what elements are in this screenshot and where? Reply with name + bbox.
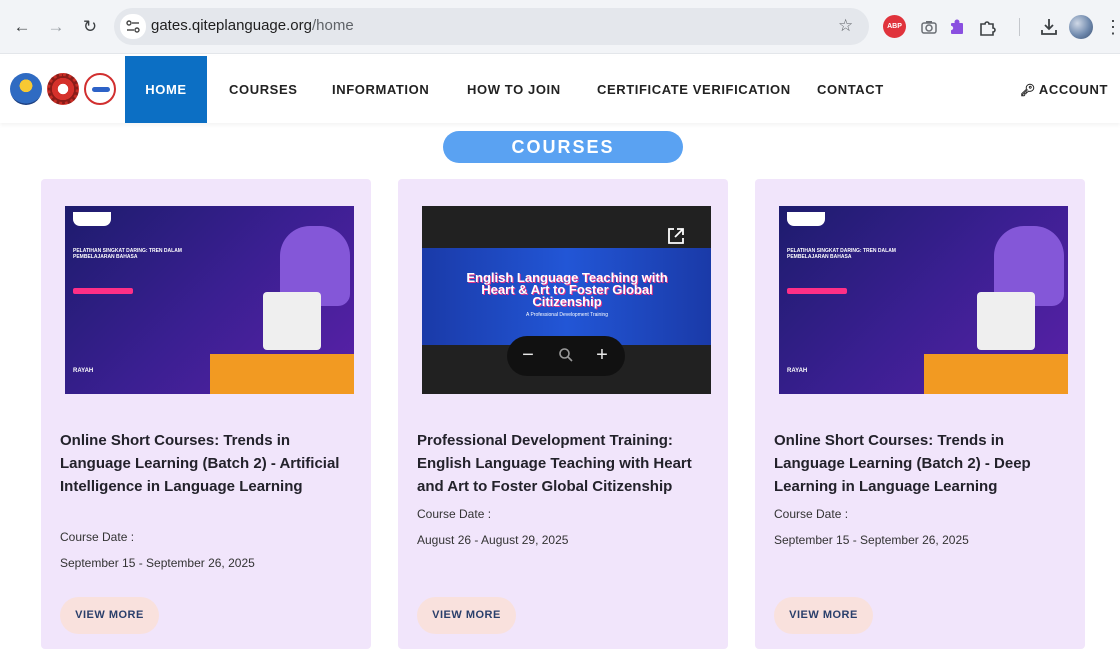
course-thumbnail[interactable]: PELATIHAN SINGKAT DARING: TREN DALAM PEM… bbox=[65, 206, 354, 394]
course-thumbnail[interactable]: English Language Teaching with Heart & A… bbox=[422, 206, 711, 394]
url-host: gates.qiteplanguage.org bbox=[151, 17, 312, 34]
course-date-label: Course Date : bbox=[60, 530, 135, 544]
url-text[interactable]: gates.qiteplanguage.org/home bbox=[151, 17, 354, 34]
reload-icon[interactable]: ↻ bbox=[80, 17, 100, 37]
course-date-label: Course Date : bbox=[417, 507, 492, 521]
thumbnail-headline: PELATIHAN SINGKAT DARING: TREN DALAM PEM… bbox=[787, 248, 896, 260]
profile-avatar[interactable] bbox=[1069, 15, 1093, 39]
bookmark-star-icon[interactable]: ☆ bbox=[838, 16, 853, 36]
course-card: PELATIHAN SINGKAT DARING: TREN DALAM PEM… bbox=[755, 179, 1085, 649]
puzzle-icon[interactable] bbox=[976, 16, 998, 38]
course-title[interactable]: Online Short Courses: Trends in Language… bbox=[60, 429, 350, 498]
purple-puzzle-icon[interactable] bbox=[946, 16, 968, 38]
course-card: PELATIHAN SINGKAT DARING: TREN DALAM PEM… bbox=[41, 179, 371, 649]
thumbnail-logos bbox=[787, 212, 825, 226]
nav-certificate-verification[interactable]: CERTIFICATE VERIFICATION bbox=[597, 56, 791, 123]
course-thumbnail[interactable]: PELATIHAN SINGKAT DARING: TREN DALAM PEM… bbox=[779, 206, 1068, 394]
gear-emblem-logo bbox=[47, 73, 79, 105]
course-card: English Language Teaching with Heart & A… bbox=[398, 179, 728, 649]
course-title[interactable]: Professional Development Training: Engli… bbox=[417, 429, 707, 498]
download-icon[interactable] bbox=[1038, 16, 1060, 38]
thumbnail-footer-logo: RAYAH bbox=[787, 368, 808, 374]
open-external-icon[interactable] bbox=[666, 226, 686, 246]
course-title[interactable]: Online Short Courses: Trends in Language… bbox=[774, 429, 1064, 498]
camera-icon[interactable] bbox=[918, 16, 940, 38]
thumbnail-date-chip bbox=[73, 288, 133, 294]
section-title: COURSES bbox=[443, 131, 683, 163]
toolbar-divider bbox=[1019, 18, 1020, 36]
qiteplanguage-logo bbox=[84, 73, 116, 105]
course-date-label: Course Date : bbox=[774, 507, 849, 521]
view-more-button[interactable]: VIEW MORE bbox=[60, 597, 159, 634]
view-more-button[interactable]: VIEW MORE bbox=[417, 597, 516, 634]
image-zoom-controls: − + bbox=[507, 336, 625, 376]
view-more-button[interactable]: VIEW MORE bbox=[774, 597, 873, 634]
site-header: HOME COURSES INFORMATION HOW TO JOIN CER… bbox=[0, 56, 1120, 123]
course-date: September 15 - September 26, 2025 bbox=[774, 533, 969, 547]
account-label: ACCOUNT bbox=[1038, 82, 1109, 97]
nav-information[interactable]: INFORMATION bbox=[332, 56, 429, 123]
magnifier-icon[interactable] bbox=[555, 344, 577, 366]
nav-courses[interactable]: COURSES bbox=[229, 56, 298, 123]
banner-title: English Language Teaching with Heart & A… bbox=[466, 270, 668, 309]
book-illustration bbox=[977, 292, 1035, 350]
thumbnail-logos bbox=[73, 212, 111, 226]
key-icon: 🔑︎ bbox=[1020, 83, 1036, 97]
site-info-icon[interactable] bbox=[120, 14, 146, 39]
forward-arrow-icon[interactable]: → bbox=[46, 17, 66, 37]
banner-subtitle: A Professional Development Training bbox=[526, 312, 608, 318]
nav-account[interactable]: 🔑︎ ACCOUNT bbox=[1020, 56, 1108, 123]
address-bar[interactable]: gates.qiteplanguage.org/home ☆ bbox=[114, 8, 869, 45]
zoom-out-icon[interactable]: − bbox=[517, 344, 539, 366]
course-date: August 26 - August 29, 2025 bbox=[417, 533, 569, 547]
course-date: September 15 - September 26, 2025 bbox=[60, 556, 255, 570]
browser-toolbar: ← → ↻ gates.qiteplanguage.org/home ☆ ABP… bbox=[0, 0, 1120, 54]
abp-label: ABP bbox=[887, 23, 902, 30]
partner-logos[interactable] bbox=[10, 73, 120, 105]
main-navigation: HOME COURSES INFORMATION HOW TO JOIN CER… bbox=[125, 56, 1120, 123]
adblock-plus-icon[interactable]: ABP bbox=[883, 15, 906, 38]
desk-illustration bbox=[210, 354, 354, 394]
zoom-in-icon[interactable]: + bbox=[591, 344, 613, 366]
thumbnail-footer-logo: RAYAH bbox=[73, 368, 94, 374]
nav-home[interactable]: HOME bbox=[125, 56, 207, 123]
desk-illustration bbox=[924, 354, 1068, 394]
thumbnail-headline: PELATIHAN SINGKAT DARING: TREN DALAM PEM… bbox=[73, 248, 182, 260]
book-illustration bbox=[263, 292, 321, 350]
back-arrow-icon[interactable]: ← bbox=[12, 17, 32, 37]
thumbnail-banner: English Language Teaching with Heart & A… bbox=[422, 248, 711, 345]
url-path: /home bbox=[311, 17, 354, 34]
thumbnail-date-chip bbox=[787, 288, 847, 294]
more-menu-icon[interactable]: ⋮ bbox=[1104, 16, 1120, 38]
tut-wuri-logo bbox=[10, 73, 42, 105]
nav-contact[interactable]: CONTACT bbox=[817, 56, 884, 123]
nav-how-to-join[interactable]: HOW TO JOIN bbox=[467, 56, 561, 123]
